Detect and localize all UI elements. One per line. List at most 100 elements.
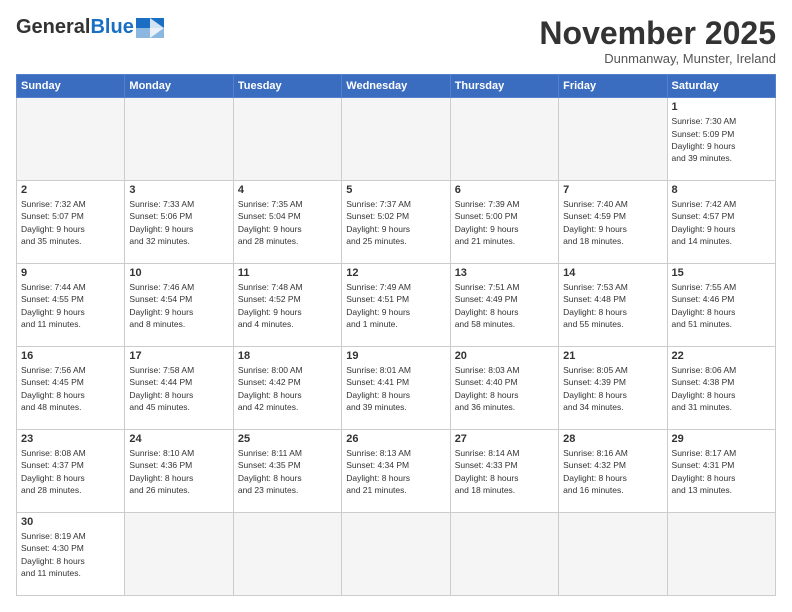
day-number: 16 — [21, 350, 120, 362]
logo: GeneralBlue — [16, 16, 164, 39]
calendar-cell: 20 Sunrise: 8:03 AM Sunset: 4:40 PM Dayli… — [450, 347, 558, 430]
calendar-day-header: Wednesday — [342, 75, 450, 98]
day-number: 18 — [238, 350, 337, 362]
day-number: 12 — [346, 267, 445, 279]
day-info: Sunrise: 8:03 AM Sunset: 4:40 PM Dayligh… — [455, 364, 554, 413]
calendar-week-row: 23 Sunrise: 8:08 AM Sunset: 4:37 PM Dayli… — [17, 430, 776, 513]
calendar-day-header: Saturday — [667, 75, 775, 98]
day-info: Sunrise: 8:01 AM Sunset: 4:41 PM Dayligh… — [346, 364, 445, 413]
calendar-cell — [125, 513, 233, 596]
calendar-week-row: 2Sunrise: 7:32 AM Sunset: 5:07 PM Daylig… — [17, 181, 776, 264]
calendar-cell: 28 Sunrise: 8:16 AM Sunset: 4:32 PM Dayli… — [559, 430, 667, 513]
calendar-cell: 3 Sunrise: 7:33 AM Sunset: 5:06 PM Daylig… — [125, 181, 233, 264]
day-info: Sunrise: 7:44 AM Sunset: 4:55 PM Dayligh… — [21, 281, 120, 330]
day-number: 29 — [672, 433, 771, 445]
title-block: November 2025 Dunmanway, Munster, Irelan… — [539, 16, 776, 66]
calendar-cell: 30Sunrise: 8:19 AM Sunset: 4:30 PM Dayli… — [17, 513, 125, 596]
calendar-cell: 4Sunrise: 7:35 AM Sunset: 5:04 PM Daylig… — [233, 181, 341, 264]
day-info: Sunrise: 7:46 AM Sunset: 4:54 PM Dayligh… — [129, 281, 228, 330]
day-info: Sunrise: 8:14 AM Sunset: 4:33 PM Dayligh… — [455, 447, 554, 496]
day-number: 7 — [563, 184, 662, 196]
day-info: Sunrise: 8:11 AM Sunset: 4:35 PM Dayligh… — [238, 447, 337, 496]
day-number: 6 — [455, 184, 554, 196]
day-number: 10 — [129, 267, 228, 279]
day-info: Sunrise: 7:58 AM Sunset: 4:44 PM Dayligh… — [129, 364, 228, 413]
calendar-cell — [342, 513, 450, 596]
day-info: Sunrise: 7:51 AM Sunset: 4:49 PM Dayligh… — [455, 281, 554, 330]
day-number: 26 — [346, 433, 445, 445]
day-number: 13 — [455, 267, 554, 279]
calendar-cell: 6 Sunrise: 7:39 AM Sunset: 5:00 PM Daylig… — [450, 181, 558, 264]
calendar-cell: 26 Sunrise: 8:13 AM Sunset: 4:34 PM Dayli… — [342, 430, 450, 513]
month-title: November 2025 — [539, 16, 776, 51]
calendar-cell — [125, 98, 233, 181]
day-number: 24 — [129, 433, 228, 445]
day-number: 15 — [672, 267, 771, 279]
header: GeneralBlue November 2025 Dunmanway, Mun… — [16, 16, 776, 66]
calendar-day-header: Monday — [125, 75, 233, 98]
day-info: Sunrise: 7:33 AM Sunset: 5:06 PM Dayligh… — [129, 198, 228, 247]
day-info: Sunrise: 7:40 AM Sunset: 4:59 PM Dayligh… — [563, 198, 662, 247]
day-number: 21 — [563, 350, 662, 362]
day-number: 14 — [563, 267, 662, 279]
day-number: 5 — [346, 184, 445, 196]
calendar-cell: 10 Sunrise: 7:46 AM Sunset: 4:54 PM Dayli… — [125, 264, 233, 347]
calendar-cell: 9 Sunrise: 7:44 AM Sunset: 4:55 PM Daylig… — [17, 264, 125, 347]
day-info: Sunrise: 8:08 AM Sunset: 4:37 PM Dayligh… — [21, 447, 120, 496]
location: Dunmanway, Munster, Ireland — [539, 51, 776, 66]
calendar-cell: 24 Sunrise: 8:10 AM Sunset: 4:36 PM Dayli… — [125, 430, 233, 513]
logo-blue-text: Blue — [90, 16, 133, 39]
calendar-cell — [450, 513, 558, 596]
day-info: Sunrise: 7:42 AM Sunset: 4:57 PM Dayligh… — [672, 198, 771, 247]
day-info: Sunrise: 7:32 AM Sunset: 5:07 PM Dayligh… — [21, 198, 120, 247]
calendar-cell: 17 Sunrise: 7:58 AM Sunset: 4:44 PM Dayli… — [125, 347, 233, 430]
calendar-cell: 13 Sunrise: 7:51 AM Sunset: 4:49 PM Dayli… — [450, 264, 558, 347]
calendar-day-header: Thursday — [450, 75, 558, 98]
day-info: Sunrise: 8:10 AM Sunset: 4:36 PM Dayligh… — [129, 447, 228, 496]
day-number: 9 — [21, 267, 120, 279]
day-number: 20 — [455, 350, 554, 362]
calendar-cell — [559, 98, 667, 181]
calendar-day-header: Friday — [559, 75, 667, 98]
calendar-week-row: 9 Sunrise: 7:44 AM Sunset: 4:55 PM Daylig… — [17, 264, 776, 347]
day-number: 8 — [672, 184, 771, 196]
calendar-cell: 11Sunrise: 7:48 AM Sunset: 4:52 PM Dayli… — [233, 264, 341, 347]
day-info: Sunrise: 8:13 AM Sunset: 4:34 PM Dayligh… — [346, 447, 445, 496]
calendar-week-row: 16Sunrise: 7:56 AM Sunset: 4:45 PM Dayli… — [17, 347, 776, 430]
calendar-cell — [342, 98, 450, 181]
day-number: 23 — [21, 433, 120, 445]
day-info: Sunrise: 8:06 AM Sunset: 4:38 PM Dayligh… — [672, 364, 771, 413]
day-info: Sunrise: 7:39 AM Sunset: 5:00 PM Dayligh… — [455, 198, 554, 247]
day-info: Sunrise: 7:55 AM Sunset: 4:46 PM Dayligh… — [672, 281, 771, 330]
day-number: 4 — [238, 184, 337, 196]
day-info: Sunrise: 8:05 AM Sunset: 4:39 PM Dayligh… — [563, 364, 662, 413]
calendar-header-row: SundayMondayTuesdayWednesdayThursdayFrid… — [17, 75, 776, 98]
calendar-cell: 25Sunrise: 8:11 AM Sunset: 4:35 PM Dayli… — [233, 430, 341, 513]
calendar-cell: 16Sunrise: 7:56 AM Sunset: 4:45 PM Dayli… — [17, 347, 125, 430]
logo-flag-icon — [136, 18, 164, 38]
calendar-cell — [233, 98, 341, 181]
calendar-cell — [450, 98, 558, 181]
calendar-week-row: 1Sunrise: 7:30 AM Sunset: 5:09 PM Daylig… — [17, 98, 776, 181]
day-info: Sunrise: 7:53 AM Sunset: 4:48 PM Dayligh… — [563, 281, 662, 330]
calendar-table: SundayMondayTuesdayWednesdayThursdayFrid… — [16, 74, 776, 596]
calendar-day-header: Tuesday — [233, 75, 341, 98]
day-number: 22 — [672, 350, 771, 362]
day-number: 17 — [129, 350, 228, 362]
day-number: 3 — [129, 184, 228, 196]
calendar-day-header: Sunday — [17, 75, 125, 98]
calendar-cell: 21 Sunrise: 8:05 AM Sunset: 4:39 PM Dayli… — [559, 347, 667, 430]
calendar-week-row: 30Sunrise: 8:19 AM Sunset: 4:30 PM Dayli… — [17, 513, 776, 596]
calendar-cell: 23 Sunrise: 8:08 AM Sunset: 4:37 PM Dayli… — [17, 430, 125, 513]
calendar-cell: 7 Sunrise: 7:40 AM Sunset: 4:59 PM Daylig… — [559, 181, 667, 264]
calendar-cell — [559, 513, 667, 596]
day-number: 19 — [346, 350, 445, 362]
day-info: Sunrise: 7:49 AM Sunset: 4:51 PM Dayligh… — [346, 281, 445, 330]
day-info: Sunrise: 8:16 AM Sunset: 4:32 PM Dayligh… — [563, 447, 662, 496]
calendar-cell: 27Sunrise: 8:14 AM Sunset: 4:33 PM Dayli… — [450, 430, 558, 513]
calendar-cell: 19 Sunrise: 8:01 AM Sunset: 4:41 PM Dayli… — [342, 347, 450, 430]
calendar-cell: 15 Sunrise: 7:55 AM Sunset: 4:46 PM Dayli… — [667, 264, 775, 347]
day-number: 28 — [563, 433, 662, 445]
page: GeneralBlue November 2025 Dunmanway, Mun… — [0, 0, 792, 612]
day-info: Sunrise: 7:30 AM Sunset: 5:09 PM Dayligh… — [672, 115, 771, 164]
